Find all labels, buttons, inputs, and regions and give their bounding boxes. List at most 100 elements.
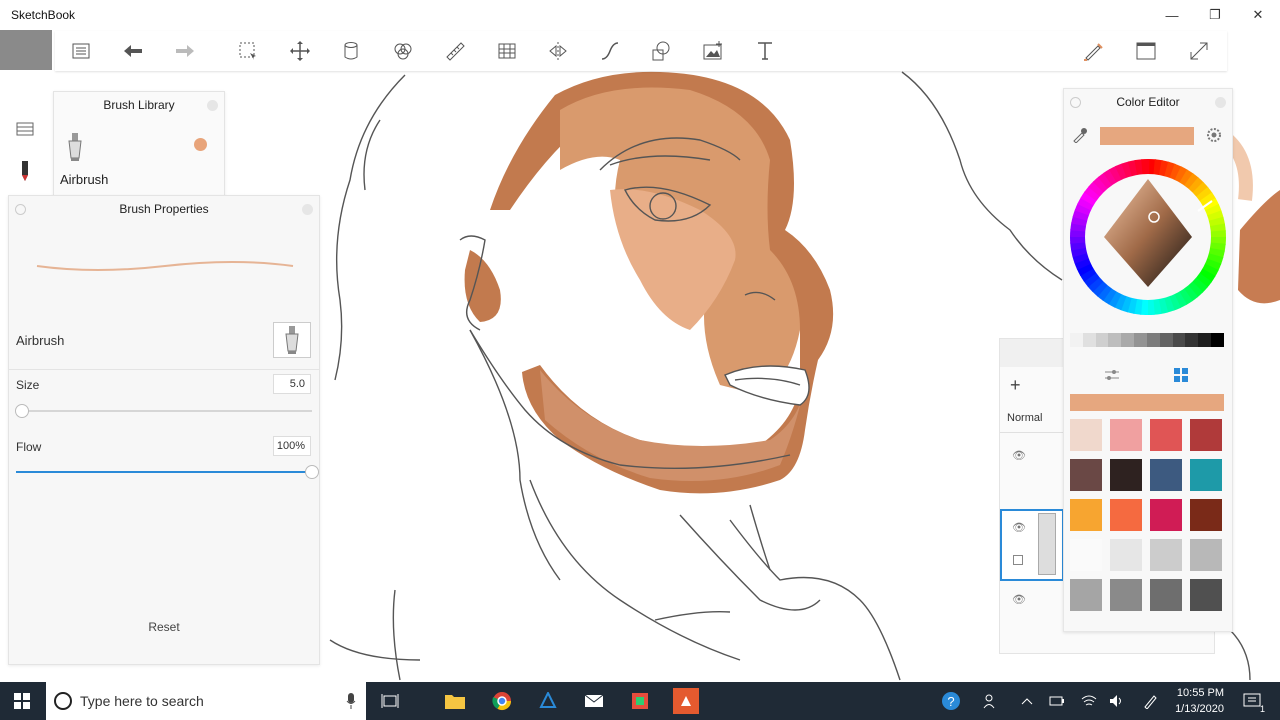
current-color-swatch[interactable] <box>1100 127 1194 145</box>
layer-visibility-icon[interactable]: 👁 <box>1012 593 1026 606</box>
color-wheel[interactable] <box>1070 159 1226 315</box>
size-slider[interactable] <box>14 404 312 418</box>
eyedropper-icon[interactable] <box>1072 127 1088 148</box>
volume-icon[interactable] <box>1104 688 1130 714</box>
menu-icon[interactable] <box>65 35 97 67</box>
shape-icon[interactable] <box>645 35 677 67</box>
pen-icon[interactable] <box>1138 688 1164 714</box>
curve-icon[interactable] <box>594 35 626 67</box>
pencil-icon[interactable] <box>15 161 35 181</box>
file-explorer-icon[interactable] <box>442 688 468 714</box>
color-swatch[interactable] <box>1150 459 1182 491</box>
active-color-bar[interactable] <box>1070 394 1224 411</box>
brush-icon[interactable] <box>1077 35 1109 67</box>
transform-icon[interactable] <box>284 35 316 67</box>
gray-swatch[interactable] <box>1134 333 1147 347</box>
symmetry-icon[interactable] <box>387 35 419 67</box>
color-swatch[interactable] <box>1070 579 1102 611</box>
taskbar-search[interactable]: Type here to search <box>46 682 366 720</box>
gray-swatch[interactable] <box>1159 333 1173 347</box>
panel-close-icon[interactable] <box>1215 97 1226 108</box>
color-swatch[interactable] <box>1190 539 1222 571</box>
chrome-icon[interactable] <box>489 688 515 714</box>
panel-close-icon[interactable] <box>207 100 218 111</box>
color-swatch[interactable] <box>1150 579 1182 611</box>
image-icon[interactable] <box>697 35 729 67</box>
perspective-icon[interactable] <box>491 35 523 67</box>
color-sliders-icon[interactable] <box>1104 368 1120 387</box>
size-value-field[interactable]: 5.0 <box>273 374 311 394</box>
minimize-button[interactable]: — <box>1150 0 1194 30</box>
color-swatch[interactable] <box>1110 499 1142 531</box>
color-swatch[interactable] <box>1070 419 1102 451</box>
select-icon[interactable] <box>232 35 264 67</box>
windows-start-icon[interactable] <box>9 688 35 714</box>
gray-swatch[interactable] <box>1095 333 1109 347</box>
layer-visibility-icon[interactable]: 👁 <box>1012 521 1026 534</box>
wifi-icon[interactable] <box>1076 688 1102 714</box>
gray-swatch[interactable] <box>1070 333 1083 347</box>
sketchbook-taskbar-icon[interactable] <box>535 688 561 714</box>
color-swatch[interactable] <box>1190 419 1222 451</box>
color-settings-icon[interactable] <box>1206 127 1222 148</box>
color-swatch[interactable] <box>1110 579 1142 611</box>
color-swatch[interactable] <box>1110 459 1142 491</box>
brush-library-selected[interactable]: Airbrush <box>60 172 108 187</box>
flow-value-field[interactable]: 100% <box>273 436 311 456</box>
gray-swatch[interactable] <box>1211 333 1224 347</box>
color-swatch[interactable] <box>1150 539 1182 571</box>
brush-palette-icon[interactable] <box>15 119 35 139</box>
reset-button[interactable]: Reset <box>9 620 319 634</box>
gray-swatch[interactable] <box>1082 333 1096 347</box>
restore-button[interactable]: ❐ <box>1193 0 1237 30</box>
gray-scale-strip[interactable] <box>1070 333 1224 347</box>
panel-pin-icon[interactable] <box>15 204 26 215</box>
panel-pin-icon[interactable] <box>1070 97 1081 108</box>
color-swatch[interactable] <box>1110 419 1142 451</box>
airbrush-icon[interactable] <box>64 132 86 167</box>
layer-icon[interactable] <box>335 35 367 67</box>
system-clock[interactable]: 10:55 PM 1/13/2020 <box>1175 685 1224 717</box>
size-slider-knob[interactable] <box>14 404 29 418</box>
fullscreen-icon[interactable] <box>1183 35 1215 67</box>
layer-visibility-icon[interactable]: 👁 <box>1012 449 1026 462</box>
office-app-icon[interactable] <box>627 688 653 714</box>
people-icon[interactable] <box>977 688 1003 714</box>
battery-icon[interactable] <box>1044 688 1070 714</box>
window-icon[interactable] <box>1130 35 1162 67</box>
flow-slider[interactable] <box>16 465 319 479</box>
flip-icon[interactable] <box>542 35 574 67</box>
microphone-icon[interactable] <box>346 693 356 714</box>
blend-mode-select[interactable]: Normal <box>1000 407 1064 433</box>
flow-slider-knob[interactable] <box>305 465 319 479</box>
color-swatch[interactable] <box>1190 459 1222 491</box>
color-swatch[interactable] <box>1070 459 1102 491</box>
notification-icon[interactable]: 1 <box>1239 688 1265 714</box>
add-layer-icon[interactable]: + <box>1010 375 1021 396</box>
color-swatch[interactable] <box>1110 539 1142 571</box>
color-swatch[interactable] <box>1190 499 1222 531</box>
close-button[interactable]: ✕ <box>1236 0 1280 30</box>
help-icon[interactable]: ? <box>938 688 964 714</box>
brush-thumbnail-button[interactable] <box>273 322 311 358</box>
color-swatch[interactable] <box>1150 499 1182 531</box>
gray-swatch[interactable] <box>1198 333 1212 347</box>
redo-icon[interactable] <box>169 35 201 67</box>
mail-icon[interactable] <box>581 688 607 714</box>
gray-swatch[interactable] <box>1172 333 1186 347</box>
color-swatches-icon[interactable] <box>1174 368 1188 387</box>
color-swatch[interactable] <box>1190 579 1222 611</box>
gray-swatch[interactable] <box>1146 333 1160 347</box>
ruler-icon[interactable] <box>439 35 471 67</box>
gray-swatch[interactable] <box>1121 333 1135 347</box>
task-view-icon[interactable] <box>377 688 403 714</box>
layer-selected[interactable]: 👁 <box>1000 509 1064 581</box>
text-icon[interactable] <box>749 35 781 67</box>
active-app-icon[interactable] <box>673 688 699 714</box>
gray-swatch[interactable] <box>1108 333 1122 347</box>
layer-lock-icon[interactable] <box>1013 555 1023 565</box>
gray-swatch[interactable] <box>1185 333 1199 347</box>
layer-opacity-bar[interactable] <box>1038 513 1056 575</box>
color-swatch[interactable] <box>1150 419 1182 451</box>
color-swatch[interactable] <box>1070 499 1102 531</box>
